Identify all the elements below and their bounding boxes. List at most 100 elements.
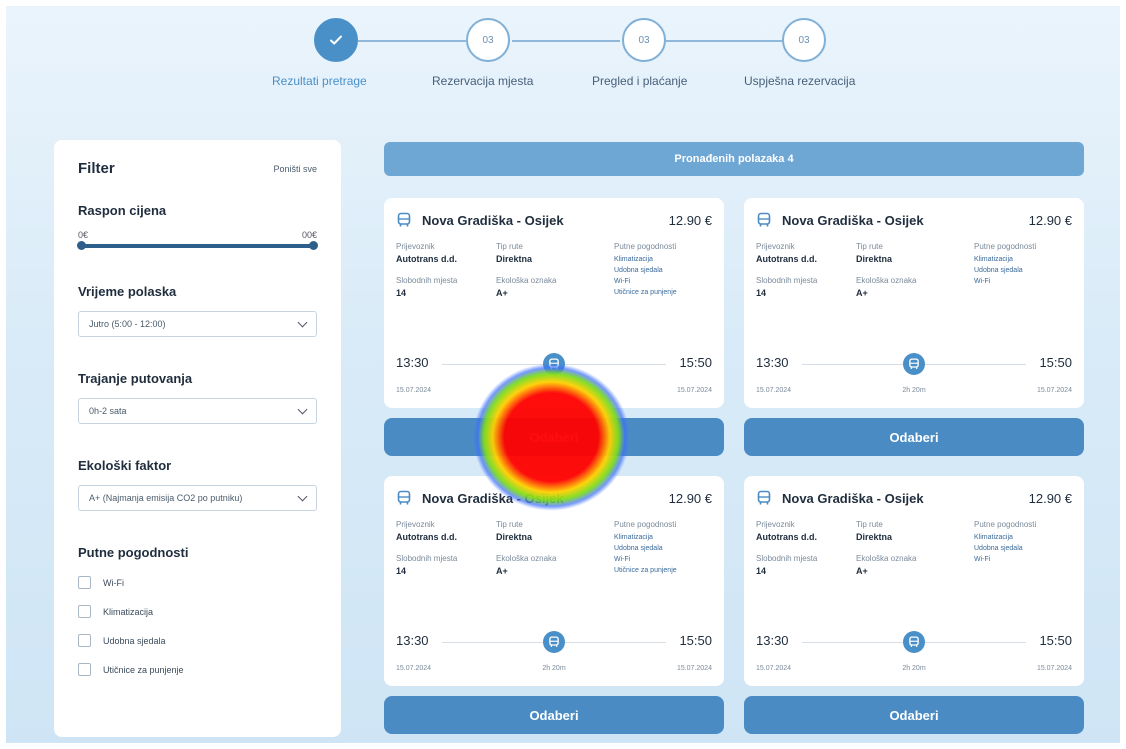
step-connector bbox=[512, 40, 620, 42]
step-connector bbox=[666, 40, 784, 42]
check-icon bbox=[330, 35, 342, 45]
departure-time: 13:30 bbox=[396, 355, 429, 370]
step-number: 03 bbox=[638, 34, 650, 46]
ticket-price: 12.90 € bbox=[668, 490, 712, 506]
amenity-item: Klimatizacija bbox=[974, 534, 1013, 541]
price-min-handle[interactable] bbox=[77, 241, 86, 250]
eco-label: Ekološka oznaka bbox=[856, 276, 917, 285]
amenity-item: Klimatizacija bbox=[614, 256, 653, 263]
amenities-list: Klimatizacija Udobna sjedala Wi-Fi bbox=[974, 254, 1074, 287]
eco-label: Ekološka oznaka bbox=[496, 554, 557, 563]
amenity-label: Klimatizacija bbox=[103, 606, 154, 617]
trip-duration: 2h 20m bbox=[902, 387, 926, 394]
bus-icon bbox=[757, 490, 771, 505]
amenity-seats-checkbox[interactable]: Udobna sjedala bbox=[78, 634, 317, 647]
departure-card[interactable]: Nova Gradiška - Osijek 12.90 € Prijevozn… bbox=[384, 476, 724, 686]
step-2-label: Rezervacija mjesta bbox=[432, 74, 534, 88]
trip-duration: 2h 20m bbox=[902, 665, 926, 672]
step-4-circle[interactable]: 03 bbox=[782, 18, 826, 62]
departure-date: 15.07.2024 bbox=[756, 665, 792, 672]
checkbox[interactable] bbox=[78, 663, 91, 676]
checkbox[interactable] bbox=[78, 605, 91, 618]
seats-label: Slobodnih mjesta bbox=[756, 276, 818, 285]
amenity-item: Wi-Fi bbox=[614, 556, 631, 563]
eco-factor-select[interactable]: A+ (Najmanja emisija CO2 po putniku) bbox=[78, 485, 317, 511]
departure-date: 15.07.2024 bbox=[396, 387, 432, 394]
departure-card[interactable]: Nova Gradiška - Osijek 12.90 € Prijevozn… bbox=[384, 198, 724, 408]
amenities-list: Klimatizacija Udobna sjedala Wi-Fi Utičnice… bbox=[614, 254, 714, 298]
amenity-wifi-checkbox[interactable]: Wi-Fi bbox=[78, 576, 317, 589]
trip-duration-title: Trajanje putovanja bbox=[78, 371, 193, 386]
amenity-item: Udobna sjedala bbox=[614, 545, 663, 552]
arrival-time: 15:50 bbox=[1039, 633, 1072, 648]
carrier-label: Prijevoznik bbox=[756, 242, 795, 251]
trip-duration: 2h 20m bbox=[542, 387, 566, 394]
select-departure-button[interactable]: Odaberi bbox=[744, 418, 1084, 456]
checkbox[interactable] bbox=[78, 634, 91, 647]
route-type-value: Direktna bbox=[856, 532, 893, 542]
amenity-item: Utičnice za punjenje bbox=[614, 567, 677, 574]
amenity-item: Udobna sjedala bbox=[614, 267, 663, 274]
step-number: 03 bbox=[798, 34, 810, 46]
arrival-date: 15.07.2024 bbox=[676, 387, 712, 394]
route-type-value: Direktna bbox=[496, 532, 533, 542]
departure-time: 13:30 bbox=[756, 633, 789, 648]
departure-time-value: Jutro (5:00 - 12:00) bbox=[89, 319, 166, 329]
bus-icon bbox=[543, 631, 565, 653]
step-1-circle[interactable] bbox=[314, 18, 358, 62]
arrival-time: 15:50 bbox=[679, 633, 712, 648]
step-2-circle[interactable]: 03 bbox=[466, 18, 510, 62]
amenity-ac-checkbox[interactable]: Klimatizacija bbox=[78, 605, 317, 618]
select-departure-button[interactable]: Odaberi bbox=[744, 696, 1084, 734]
departure-card[interactable]: Nova Gradiška - Osijek 12.90 € Prijevozn… bbox=[744, 476, 1084, 686]
amenity-item: Utičnice za punjenje bbox=[614, 289, 677, 296]
step-3-circle[interactable]: 03 bbox=[622, 18, 666, 62]
checkbox[interactable] bbox=[78, 576, 91, 589]
chevron-down-icon bbox=[297, 491, 308, 501]
price-range-slider[interactable] bbox=[77, 241, 318, 250]
seats-label: Slobodnih mjesta bbox=[396, 554, 458, 563]
seats-value: 14 bbox=[756, 566, 767, 576]
departure-time-select[interactable]: Jutro (5:00 - 12:00) bbox=[78, 311, 317, 337]
price-range-title: Raspon cijena bbox=[78, 203, 167, 218]
route-name: Nova Gradiška - Osijek bbox=[782, 212, 924, 228]
amenities-label: Putne pogodnosti bbox=[614, 520, 677, 529]
amenity-sockets-checkbox[interactable]: Utičnice za punjenje bbox=[78, 663, 317, 676]
price-max-handle[interactable] bbox=[309, 241, 318, 250]
amenity-item: Wi-Fi bbox=[614, 278, 631, 285]
results-count-bar: Pronađenih polazaka 4 bbox=[384, 142, 1084, 176]
eco-factor-title: Ekološki faktor bbox=[78, 458, 172, 473]
filter-title: Filter bbox=[78, 160, 115, 177]
amenity-item: Wi-Fi bbox=[974, 556, 991, 563]
carrier-label: Prijevoznik bbox=[396, 520, 435, 529]
route-type-value: Direktna bbox=[856, 254, 893, 264]
departure-time: 13:30 bbox=[396, 633, 429, 648]
eco-label: Ekološka oznaka bbox=[496, 276, 557, 285]
trip-duration-select[interactable]: 0h-2 sata bbox=[78, 398, 317, 424]
page: 03 03 03 Rezultati pretrage Rezervacija … bbox=[6, 6, 1120, 743]
select-departure-button[interactable]: Odaberi bbox=[384, 696, 724, 734]
carrier-label: Prijevoznik bbox=[756, 520, 795, 529]
bus-icon bbox=[903, 631, 925, 653]
amenities-label: Putne pogodnosti bbox=[974, 242, 1037, 251]
amenity-item: Udobna sjedala bbox=[974, 545, 1023, 552]
reset-filters-link[interactable]: Poništi sve bbox=[273, 164, 317, 174]
step-1-label: Rezultati pretrage bbox=[272, 74, 367, 88]
departure-card[interactable]: Nova Gradiška - Osijek 12.90 € Prijevozn… bbox=[744, 198, 1084, 408]
ticket-price: 12.90 € bbox=[1028, 490, 1072, 506]
departure-time: 13:30 bbox=[756, 355, 789, 370]
arrival-time: 15:50 bbox=[1039, 355, 1072, 370]
step-number: 03 bbox=[482, 34, 494, 46]
eco-value: A+ bbox=[496, 288, 508, 298]
eco-value: A+ bbox=[856, 288, 868, 298]
progress-stepper: 03 03 03 Rezultati pretrage Rezervacija … bbox=[6, 6, 1120, 116]
carrier-value: Autotrans d.d. bbox=[396, 254, 457, 264]
amenity-item: Udobna sjedala bbox=[974, 267, 1023, 274]
seats-label: Slobodnih mjesta bbox=[756, 554, 818, 563]
filter-panel: Filter Poništi sve Raspon cijena 0€ 00€ … bbox=[54, 140, 341, 737]
seats-label: Slobodnih mjesta bbox=[396, 276, 458, 285]
route-type-label: Tip rute bbox=[496, 242, 523, 251]
select-departure-button[interactable]: Odaberi bbox=[384, 418, 724, 456]
departure-date: 15.07.2024 bbox=[756, 387, 792, 394]
arrival-date: 15.07.2024 bbox=[676, 665, 712, 672]
